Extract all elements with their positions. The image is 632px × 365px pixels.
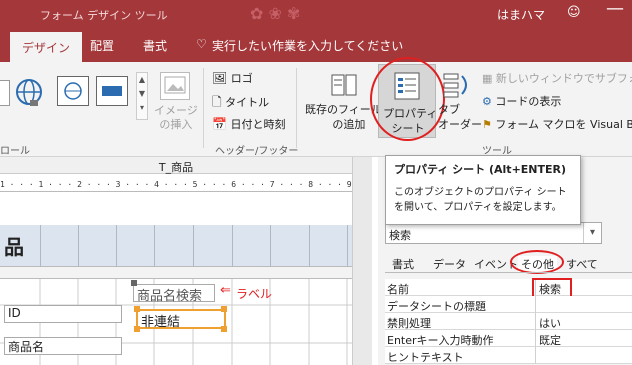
move-handle[interactable] <box>131 280 137 286</box>
highlight-circle <box>510 250 564 274</box>
property-value[interactable]: 既定 <box>539 332 561 348</box>
detail-section-bar[interactable] <box>0 267 352 279</box>
property-row[interactable]: 名前 検索 <box>385 279 632 296</box>
tab-arrange[interactable]: 配置 <box>90 37 114 54</box>
property-row[interactable]: データシートの標題 <box>385 296 632 313</box>
gallery-more-button[interactable]: ▲ ▼ ▾ <box>136 72 148 120</box>
ribbon-tab-bar: デザイン 配置 書式 ♡ 実行したい作業を入力してください <box>0 29 632 62</box>
property-name: ヒントテキスト <box>387 351 464 364</box>
control-icon[interactable] <box>0 80 10 106</box>
minimize-button[interactable]: — <box>600 0 630 19</box>
annotation-arrow: ⇐ <box>220 283 231 298</box>
add-fields-icon <box>330 72 358 98</box>
tab-divider <box>385 272 632 273</box>
chevron-down-icon[interactable]: ▾ <box>583 223 601 243</box>
calendar-icon: 📅 <box>212 117 227 131</box>
group-separator <box>296 68 297 148</box>
tab-order-icon <box>442 70 472 100</box>
tab-prop-format[interactable]: 書式 <box>392 256 414 272</box>
property-name: 禁則処理 <box>387 317 431 330</box>
property-value[interactable]: はい <box>539 315 561 331</box>
resize-handle[interactable] <box>134 326 140 332</box>
annotation-label: ラベル <box>236 287 273 301</box>
subform-new-window-button[interactable]: ▦ 新しいウィンドウでサブフォーム <box>482 70 632 86</box>
tab-prop-data[interactable]: データ <box>433 256 466 272</box>
controls-group-label: ロール <box>0 146 30 157</box>
window-title: フォーム デザイン ツール <box>40 9 168 22</box>
tab-format[interactable]: 書式 <box>143 37 167 54</box>
subform-icon: ▦ <box>482 72 493 85</box>
id-label[interactable]: ID <box>4 305 122 323</box>
convert-macros-button[interactable]: ⚑ フォーム マクロを Visual Bas <box>482 116 632 132</box>
insert-image-icon <box>160 72 190 100</box>
selection-type-dropdown[interactable]: 検索 <box>385 222 602 244</box>
insert-image-button[interactable]: イメージ の挿入 <box>154 104 198 132</box>
resize-handle[interactable] <box>134 306 140 312</box>
tooltip: プロパティ シート (Alt+ENTER) このオブジェクトのプロパティ シート… <box>385 155 581 225</box>
macro-icon: ⚑ <box>482 118 492 131</box>
ribbon: ▲ ▼ ▾ ロール イメージ の挿入 🖼 ロゴ 🗋 タイトル 📅 日付と時刻 ヘッダ… <box>0 57 632 157</box>
tell-me-search[interactable]: 実行したい作業を入力してください <box>212 37 403 54</box>
hyperlink-icon[interactable] <box>14 76 44 110</box>
form-title-tab[interactable]: T_商品 <box>0 157 352 174</box>
search-label[interactable]: 商品名検索 <box>133 284 215 304</box>
resize-handle[interactable] <box>221 306 227 312</box>
product-name-label[interactable]: 商品名 <box>4 337 122 355</box>
tab-prop-all[interactable]: すべて <box>566 256 598 272</box>
logo-icon: 🖼 <box>212 71 228 85</box>
property-name: 名前 <box>387 283 409 296</box>
datetime-button[interactable]: 📅 日付と時刻 <box>212 116 285 132</box>
tooltip-body: このオブジェクトのプロパティ シートを開いて、プロパティを設定します。 <box>394 187 567 213</box>
view-code-button[interactable]: ⚙ コードの表示 <box>482 93 561 109</box>
tab-order-button[interactable]: タブ オーダー <box>438 102 482 132</box>
highlight-circle <box>370 57 445 141</box>
user-name[interactable]: はまハマ <box>497 6 545 23</box>
property-row[interactable]: 禁則処理 はい <box>385 313 632 330</box>
form-header-section[interactable]: 品 <box>0 225 352 267</box>
title-icon: 🗋 <box>212 95 222 109</box>
title-bar: フォーム デザイン ツール ✿ ❀ ✾ はまハマ ☺ — <box>0 0 632 29</box>
title-button[interactable]: 🗋 タイトル <box>212 93 269 114</box>
property-row[interactable]: ヒントテキスト <box>385 347 632 364</box>
tab-design[interactable]: デザイン <box>10 32 83 62</box>
lightbulb-icon: ♡ <box>196 37 207 51</box>
tooltip-title: プロパティ シート (Alt+ENTER) <box>394 163 567 176</box>
header-footer-group-label: ヘッダー/フッター <box>215 146 299 157</box>
form-header-label[interactable]: 品 <box>4 231 24 260</box>
resize-handle[interactable] <box>221 326 227 332</box>
group-separator <box>203 68 204 148</box>
logo-button[interactable]: 🖼 ロゴ <box>212 70 253 86</box>
property-name: Enterキー入力時動作 <box>387 334 494 347</box>
web-browser-icon[interactable] <box>57 76 89 106</box>
horizontal-ruler: 1 · · · 1 · · · 2 · · · 3 · · · 4 · · · … <box>0 174 352 192</box>
smiley-icon[interactable]: ☺ <box>567 5 581 20</box>
property-row[interactable]: Enterキー入力時動作 既定 <box>385 330 632 347</box>
decoration-icons: ✿ ❀ ✾ <box>250 4 301 23</box>
code-icon: ⚙ <box>482 95 492 108</box>
navigation-control-icon[interactable] <box>96 76 128 106</box>
property-name: データシートの標題 <box>387 300 486 313</box>
unbound-textbox[interactable]: 非連結 <box>136 309 226 330</box>
vertical-scrollbar[interactable] <box>352 157 372 365</box>
